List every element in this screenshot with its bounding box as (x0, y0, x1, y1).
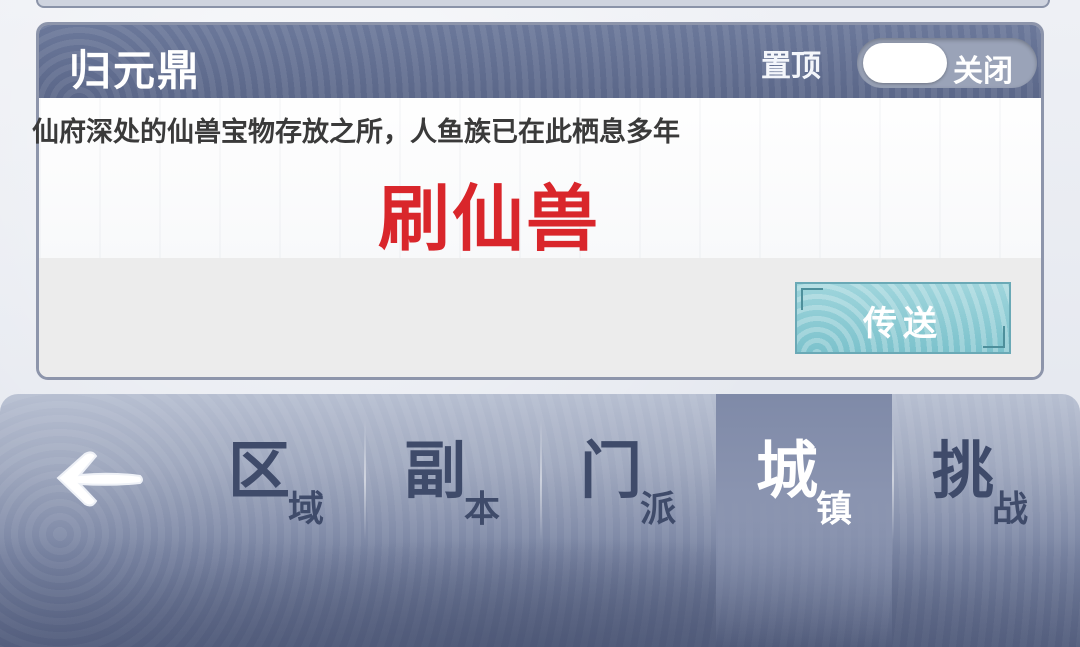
tab-town[interactable]: 城 镇 (716, 394, 892, 647)
tab-main-char: 城 (756, 434, 819, 507)
tab-main-char: 门 (580, 434, 643, 507)
toggle-knob[interactable] (863, 43, 947, 83)
tab-sub-char: 派 (640, 488, 677, 530)
pin-label: 置顶 (761, 49, 821, 84)
card-description: 仙府深处的仙兽宝物存放之所，人鱼族已在此栖息多年 (32, 117, 680, 148)
card-title: 归元鼎 (69, 46, 202, 95)
highlight-text: 刷仙兽 (378, 177, 601, 261)
bottom-nav: 区 域 副 本 门 派 城 镇 挑 战 (0, 394, 1080, 647)
toggle-state-label: 关闭 (953, 54, 1013, 89)
teleport-button[interactable]: 传送 (795, 282, 1011, 354)
tab-sub-char: 战 (992, 488, 1029, 530)
tab-sub-char: 域 (288, 488, 325, 530)
teleport-label: 传送 (863, 304, 943, 344)
pin-toggle[interactable]: 关闭 (857, 38, 1037, 89)
arrow-left-icon[interactable] (52, 444, 146, 514)
tab-main-char: 副 (404, 434, 467, 507)
tab-sect[interactable]: 门 派 (540, 394, 716, 647)
tab-dungeon[interactable]: 副 本 (364, 394, 540, 647)
card-header: 归元鼎 置顶 关闭 (39, 25, 1041, 98)
tab-main-char: 区 (228, 434, 291, 507)
tab-main-char: 挑 (932, 434, 995, 507)
previous-card-edge (36, 0, 1050, 8)
tab-region[interactable]: 区 域 (188, 394, 364, 647)
tab-challenge[interactable]: 挑 战 (892, 394, 1068, 647)
tab-sub-char: 本 (464, 488, 501, 530)
tab-sub-char: 镇 (816, 488, 853, 530)
